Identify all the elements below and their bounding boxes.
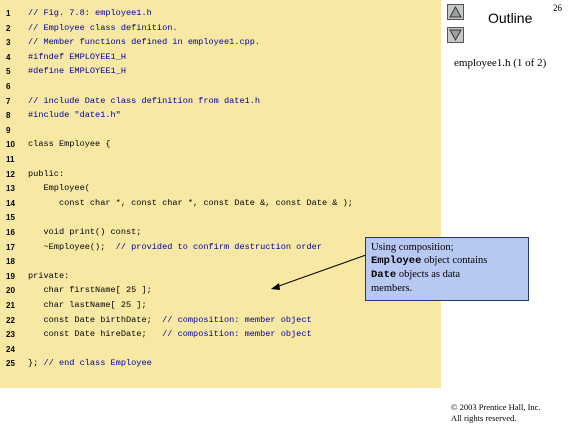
copyright-line-1: © 2003 Prentice Hall, Inc. <box>451 402 541 412</box>
callout-arrow <box>271 254 367 290</box>
copyright-line-2: All rights reserved. <box>451 413 517 423</box>
copyright-notice: © 2003 Prentice Hall, Inc. All rights re… <box>451 402 541 424</box>
